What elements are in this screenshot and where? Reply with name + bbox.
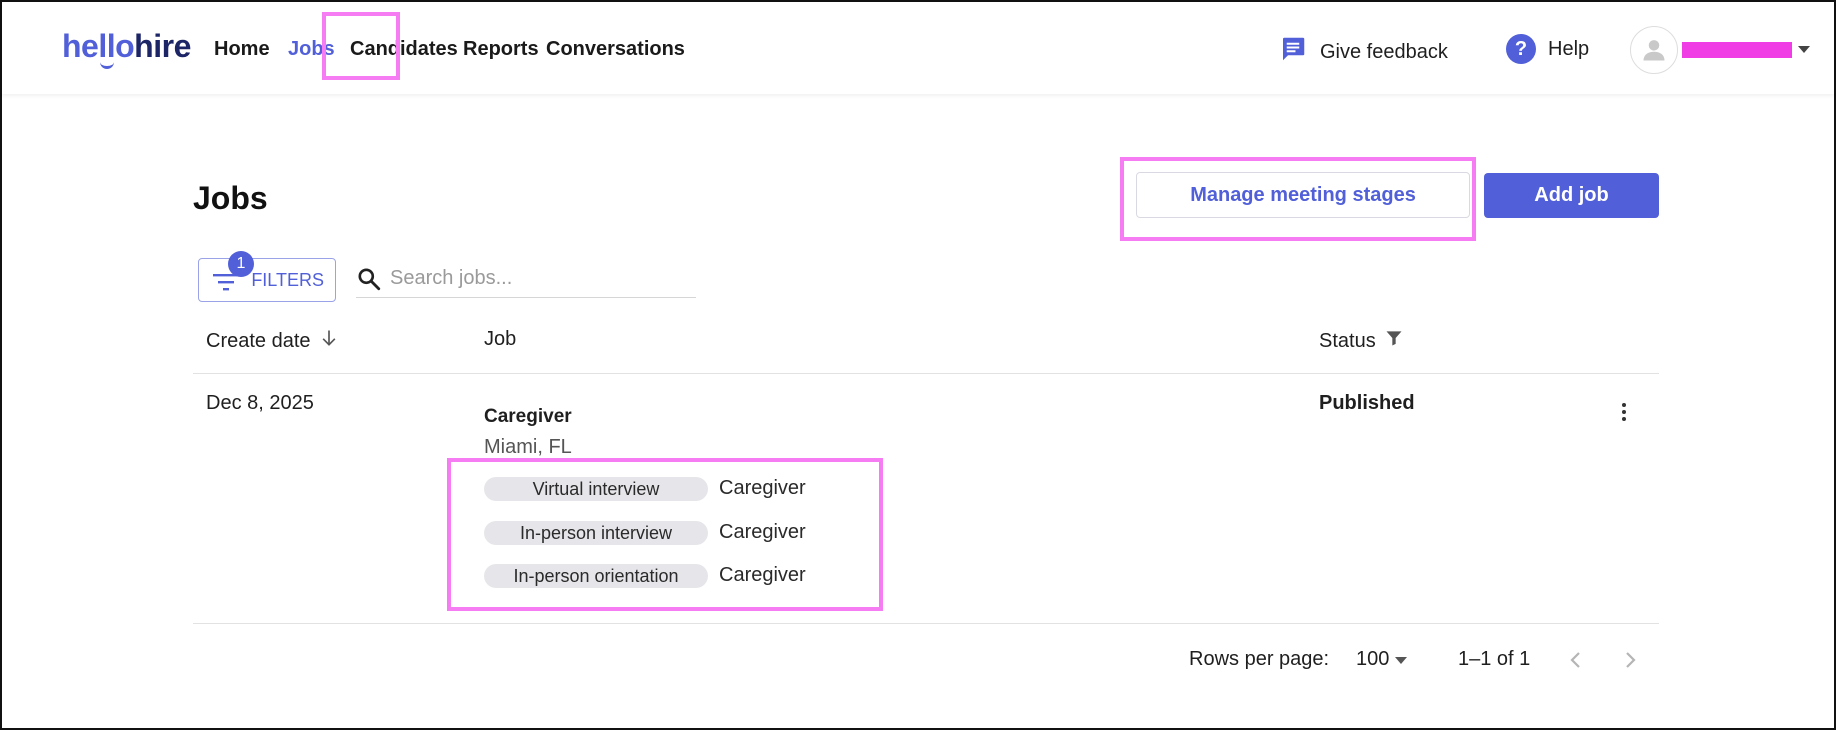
give-feedback-label: Give feedback (1320, 40, 1448, 63)
status-header-label: Status (1319, 329, 1376, 352)
job-location: Miami, FL (484, 436, 572, 458)
stage-role-label: Caregiver (719, 521, 806, 543)
nav-home[interactable]: Home (214, 38, 270, 61)
stage-role-label: Caregiver (719, 477, 806, 499)
logo-smile-mark (100, 62, 114, 69)
funnel-icon[interactable] (1384, 328, 1404, 354)
give-feedback-button[interactable]: Give feedback (1278, 34, 1448, 70)
job-title-link[interactable]: Caregiver (484, 406, 572, 428)
feedback-icon (1278, 34, 1308, 70)
create-date-cell: Dec 8, 2025 (206, 392, 314, 414)
page-title: Jobs (193, 180, 268, 216)
nav-candidates[interactable]: Candidates (350, 38, 458, 61)
status-badge: Published (1319, 392, 1415, 414)
filters-label: FILTERS (251, 269, 324, 290)
stage-chip-virtual-interview: Virtual interview (484, 477, 708, 501)
help-icon: ? (1506, 34, 1536, 64)
stage-chip-in-person-orientation: In-person orientation (484, 564, 708, 588)
search-jobs-field[interactable] (356, 260, 696, 298)
chevron-right-icon[interactable] (1620, 648, 1640, 679)
create-date-header-label: Create date (206, 329, 311, 352)
rows-per-page-select[interactable]: 100 (1356, 648, 1389, 671)
search-jobs-input[interactable] (390, 264, 690, 292)
help-label: Help (1548, 37, 1590, 60)
nav-conversations[interactable]: Conversations (546, 38, 685, 61)
table-header-divider (193, 373, 1659, 374)
logo-hello-text: hello (62, 28, 135, 64)
column-header-job: Job (484, 328, 517, 350)
more-vert-icon[interactable] (1614, 400, 1634, 424)
column-header-status[interactable]: Status (1319, 328, 1404, 354)
stage-role-label: Caregiver (719, 564, 806, 586)
sort-arrow-down-icon[interactable] (319, 328, 339, 354)
rows-per-page-label: Rows per page: (1189, 648, 1330, 670)
window-frame (0, 0, 1836, 730)
rows-per-page-caret-icon[interactable] (1395, 657, 1407, 664)
hellohire-logo[interactable]: hellohire (62, 28, 191, 69)
column-header-create-date[interactable]: Create date (206, 328, 339, 354)
nav-reports[interactable]: Reports (463, 38, 539, 61)
stage-chip-in-person-interview: In-person interview (484, 521, 708, 545)
table-row-divider (193, 623, 1659, 624)
top-navigation-bar: hellohire Home Jobs Candidates Reports C… (2, 2, 1834, 94)
logo-hire-text: hire (134, 28, 191, 64)
search-icon (356, 266, 382, 297)
user-menu-caret-icon[interactable] (1798, 46, 1810, 53)
add-job-button[interactable]: Add job (1484, 173, 1659, 218)
help-button[interactable]: ? Help (1506, 34, 1589, 64)
pagination-range: 1–1 of 1 (1458, 648, 1531, 670)
filter-icon (213, 273, 239, 296)
nav-jobs[interactable]: Jobs (288, 38, 335, 61)
user-avatar-icon[interactable] (1630, 26, 1678, 74)
filters-count-badge: 1 (228, 251, 254, 277)
filters-button[interactable]: FILTERS (198, 258, 336, 302)
chevron-left-icon[interactable] (1566, 648, 1586, 679)
manage-meeting-stages-button[interactable]: Manage meeting stages (1136, 172, 1470, 218)
user-name-redacted[interactable] (1682, 42, 1792, 58)
